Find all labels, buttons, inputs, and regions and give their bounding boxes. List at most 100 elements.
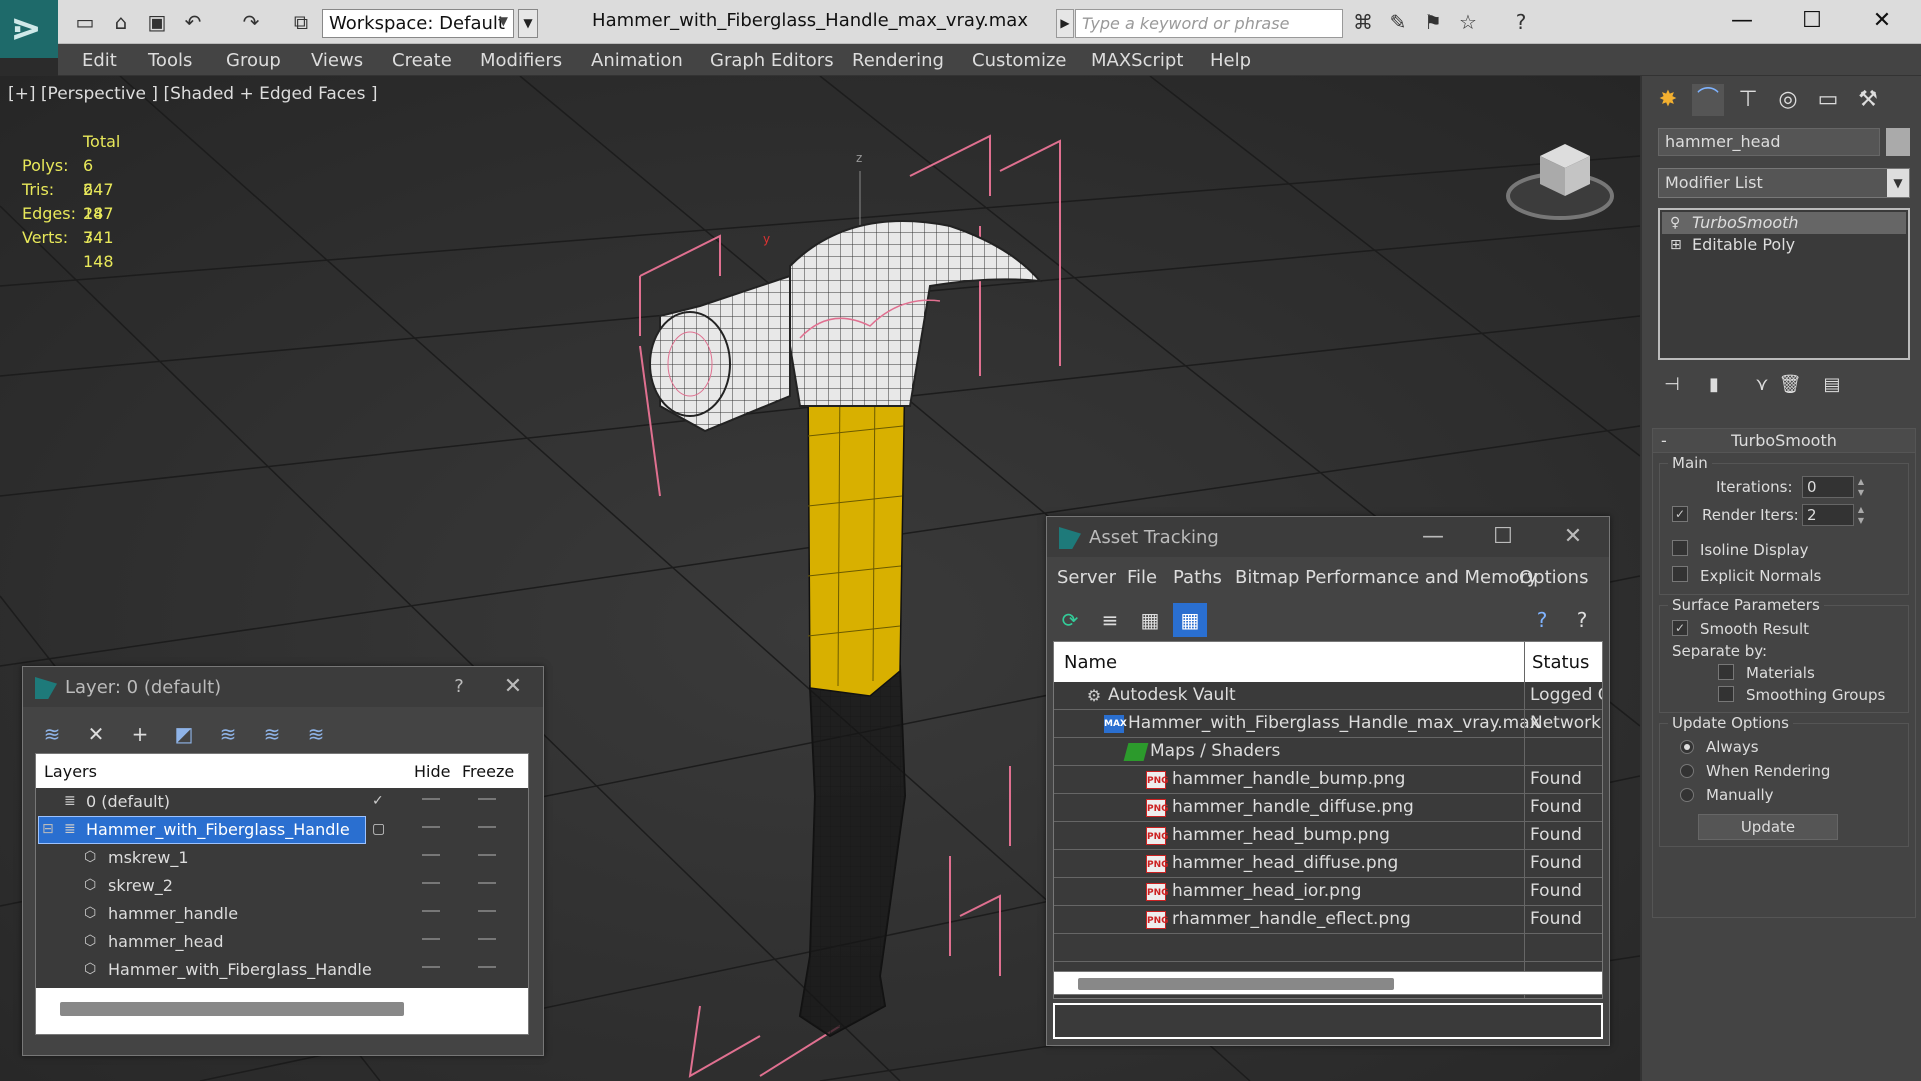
col-hide[interactable]: Hide bbox=[414, 762, 450, 781]
save-icon[interactable]: ▣ bbox=[144, 10, 170, 34]
menu-edit[interactable]: Edit bbox=[82, 50, 117, 71]
help-icon[interactable]: ? bbox=[1508, 10, 1534, 34]
modify-icon[interactable]: ⌒ bbox=[1692, 84, 1724, 116]
object-name-field[interactable]: hammer_head bbox=[1658, 128, 1880, 156]
project-icon[interactable]: ⧉ bbox=[288, 10, 314, 34]
layer-row[interactable]: ⬡ hammer_head bbox=[36, 928, 528, 956]
new-file-icon[interactable]: ▭ bbox=[72, 10, 98, 34]
hide-toggle[interactable] bbox=[422, 854, 440, 856]
maximize-button[interactable]: ☐ bbox=[1483, 523, 1523, 551]
close-button[interactable]: ✕ bbox=[1553, 523, 1593, 551]
list-view-icon[interactable]: ≡ bbox=[1093, 603, 1127, 637]
thumbnail-view-icon[interactable]: ▦ bbox=[1133, 603, 1167, 637]
asset-status-field[interactable] bbox=[1053, 1003, 1603, 1039]
sign-in-icon[interactable]: ⚑ bbox=[1420, 10, 1446, 34]
dialog-title-bar[interactable]: Layer: 0 (default) ? ✕ bbox=[23, 667, 543, 707]
menu-paths[interactable]: Paths bbox=[1173, 567, 1222, 588]
star-icon[interactable]: ☆ bbox=[1455, 10, 1481, 34]
layer-row[interactable]: ⬡ skrew_2 bbox=[36, 872, 528, 900]
hide-toggle[interactable] bbox=[422, 938, 440, 940]
asset-row[interactable]: PNG hammer_head_diffuse.png Found bbox=[1054, 850, 1602, 878]
motion-icon[interactable]: ◎ bbox=[1772, 84, 1804, 116]
scrollbar-thumb[interactable] bbox=[60, 1002, 404, 1016]
layer-row[interactable]: ⊟ ≣ Hammer_with_Fiberglass_Handle ▢ bbox=[36, 816, 528, 844]
object-color-swatch[interactable] bbox=[1886, 128, 1910, 156]
hide-toggle[interactable] bbox=[422, 910, 440, 912]
menu-graph-editors[interactable]: Graph Editors bbox=[710, 50, 834, 71]
current-layer-check-icon[interactable]: ✓ bbox=[372, 793, 390, 811]
utilities-icon[interactable]: ⚒ bbox=[1852, 84, 1884, 116]
select-layer-icon[interactable]: ≋ bbox=[213, 719, 243, 749]
hierarchy-icon[interactable]: ⊤ bbox=[1732, 84, 1764, 116]
menu-customize[interactable]: Customize bbox=[972, 50, 1066, 71]
table-view-icon[interactable]: ▦ bbox=[1173, 603, 1207, 637]
make-unique-icon[interactable]: ⋎ bbox=[1748, 374, 1776, 400]
menu-maxscript[interactable]: MAXScript bbox=[1091, 50, 1183, 71]
asset-row[interactable]: PNG hammer_handle_diffuse.png Found bbox=[1054, 794, 1602, 822]
new-layer-icon[interactable]: ≋ bbox=[37, 719, 67, 749]
expand-icon[interactable]: ⊞ bbox=[1670, 234, 1682, 256]
lightbulb-icon[interactable]: ♀ bbox=[1670, 212, 1680, 234]
stack-item-turbosmooth[interactable]: ♀ TurboSmooth bbox=[1662, 212, 1906, 234]
freeze-toggle[interactable] bbox=[478, 854, 496, 856]
select-objects-icon[interactable]: ◩ bbox=[169, 719, 199, 749]
isoline-checkbox[interactable] bbox=[1672, 540, 1688, 556]
smooth-result-checkbox[interactable]: ✓ bbox=[1672, 620, 1688, 636]
modifier-list-dropdown[interactable]: Modifier List ▼ bbox=[1658, 168, 1910, 198]
materials-checkbox[interactable] bbox=[1718, 664, 1734, 680]
smoothing-groups-checkbox[interactable] bbox=[1718, 686, 1734, 702]
menu-tools[interactable]: Tools bbox=[148, 50, 192, 71]
asset-row[interactable]: MAX Hammer_with_Fiberglass_Handle_max_vr… bbox=[1054, 710, 1602, 738]
col-status[interactable]: Status bbox=[1532, 652, 1589, 673]
undo-icon[interactable]: ↶ bbox=[180, 10, 206, 34]
menu-animation[interactable]: Animation bbox=[591, 50, 683, 71]
app-logo[interactable]: ⋗ bbox=[0, 0, 58, 58]
hide-toggle[interactable] bbox=[422, 826, 440, 828]
freeze-toggle[interactable] bbox=[478, 826, 496, 828]
col-name[interactable]: Name bbox=[1064, 652, 1117, 673]
render-iters-spinner[interactable]: 2 bbox=[1802, 504, 1854, 526]
menu-options[interactable]: Options bbox=[1519, 567, 1588, 588]
asset-row[interactable]: PNG hammer_head_ior.png Found bbox=[1054, 878, 1602, 906]
menu-bitmap-performance[interactable]: Bitmap Performance and Memory bbox=[1235, 567, 1538, 588]
horizontal-scrollbar[interactable] bbox=[1053, 971, 1603, 995]
asset-row[interactable]: PNG hammer_head_bump.png Found bbox=[1054, 822, 1602, 850]
layer-row[interactable]: ≣ 0 (default) ✓ bbox=[36, 788, 528, 816]
layer-row[interactable]: ⬡ mskrew_1 bbox=[36, 844, 528, 872]
context-help-icon[interactable]: ? bbox=[1565, 603, 1599, 637]
iterations-spinner[interactable]: 0 bbox=[1802, 476, 1854, 498]
viewport-label[interactable]: [+] [Perspective ] [Shaded + Edged Faces… bbox=[8, 84, 377, 104]
help-button[interactable]: ? bbox=[439, 673, 479, 701]
spinner-arrows-icon[interactable]: ▲ ▼ bbox=[1856, 476, 1866, 498]
search-expand-icon[interactable]: ▶ bbox=[1056, 9, 1074, 38]
scrollbar-thumb[interactable] bbox=[1078, 978, 1394, 990]
highlight-layer-icon[interactable]: ≋ bbox=[257, 719, 287, 749]
redo-icon[interactable]: ↷ bbox=[238, 10, 264, 34]
freeze-toggle[interactable] bbox=[478, 882, 496, 884]
rollout-title[interactable]: - TurboSmooth bbox=[1653, 429, 1915, 453]
asset-row[interactable]: PNG hammer_handle_bump.png Found bbox=[1054, 766, 1602, 794]
open-file-icon[interactable]: ⌂ bbox=[108, 10, 134, 34]
create-icon[interactable]: ✸ bbox=[1652, 84, 1684, 116]
freeze-toggle[interactable] bbox=[478, 966, 496, 968]
dialog-title-bar[interactable]: Asset Tracking — ☐ ✕ bbox=[1047, 517, 1609, 557]
workspace-menu-button[interactable]: ▼ bbox=[518, 9, 538, 38]
render-iters-checkbox[interactable]: ✓ bbox=[1672, 506, 1688, 522]
pin-stack-icon[interactable]: ⊣ bbox=[1658, 374, 1686, 400]
when-rendering-radio[interactable] bbox=[1680, 764, 1694, 778]
wrench-icon[interactable]: ✎ bbox=[1385, 10, 1411, 34]
menu-create[interactable]: Create bbox=[392, 50, 452, 71]
hide-toggle[interactable] bbox=[422, 882, 440, 884]
explicit-normals-checkbox[interactable] bbox=[1672, 566, 1688, 582]
asset-row[interactable]: ⚙ Autodesk Vault Logged C bbox=[1054, 682, 1602, 710]
configure-sets-icon[interactable]: ▤ bbox=[1818, 374, 1846, 400]
help-icon[interactable]: ? bbox=[1525, 603, 1559, 637]
minimize-button[interactable]: — bbox=[1722, 6, 1762, 36]
spinner-arrows-icon[interactable]: ▲ ▼ bbox=[1856, 504, 1866, 526]
close-button[interactable]: ✕ bbox=[493, 673, 533, 701]
menu-group[interactable]: Group bbox=[226, 50, 281, 71]
display-icon[interactable]: ▭ bbox=[1812, 84, 1844, 116]
binoculars-icon[interactable]: ⌘ bbox=[1350, 10, 1376, 34]
set-current-icon[interactable]: ▢ bbox=[372, 821, 390, 839]
show-end-result-icon[interactable]: ▮ bbox=[1700, 374, 1728, 400]
